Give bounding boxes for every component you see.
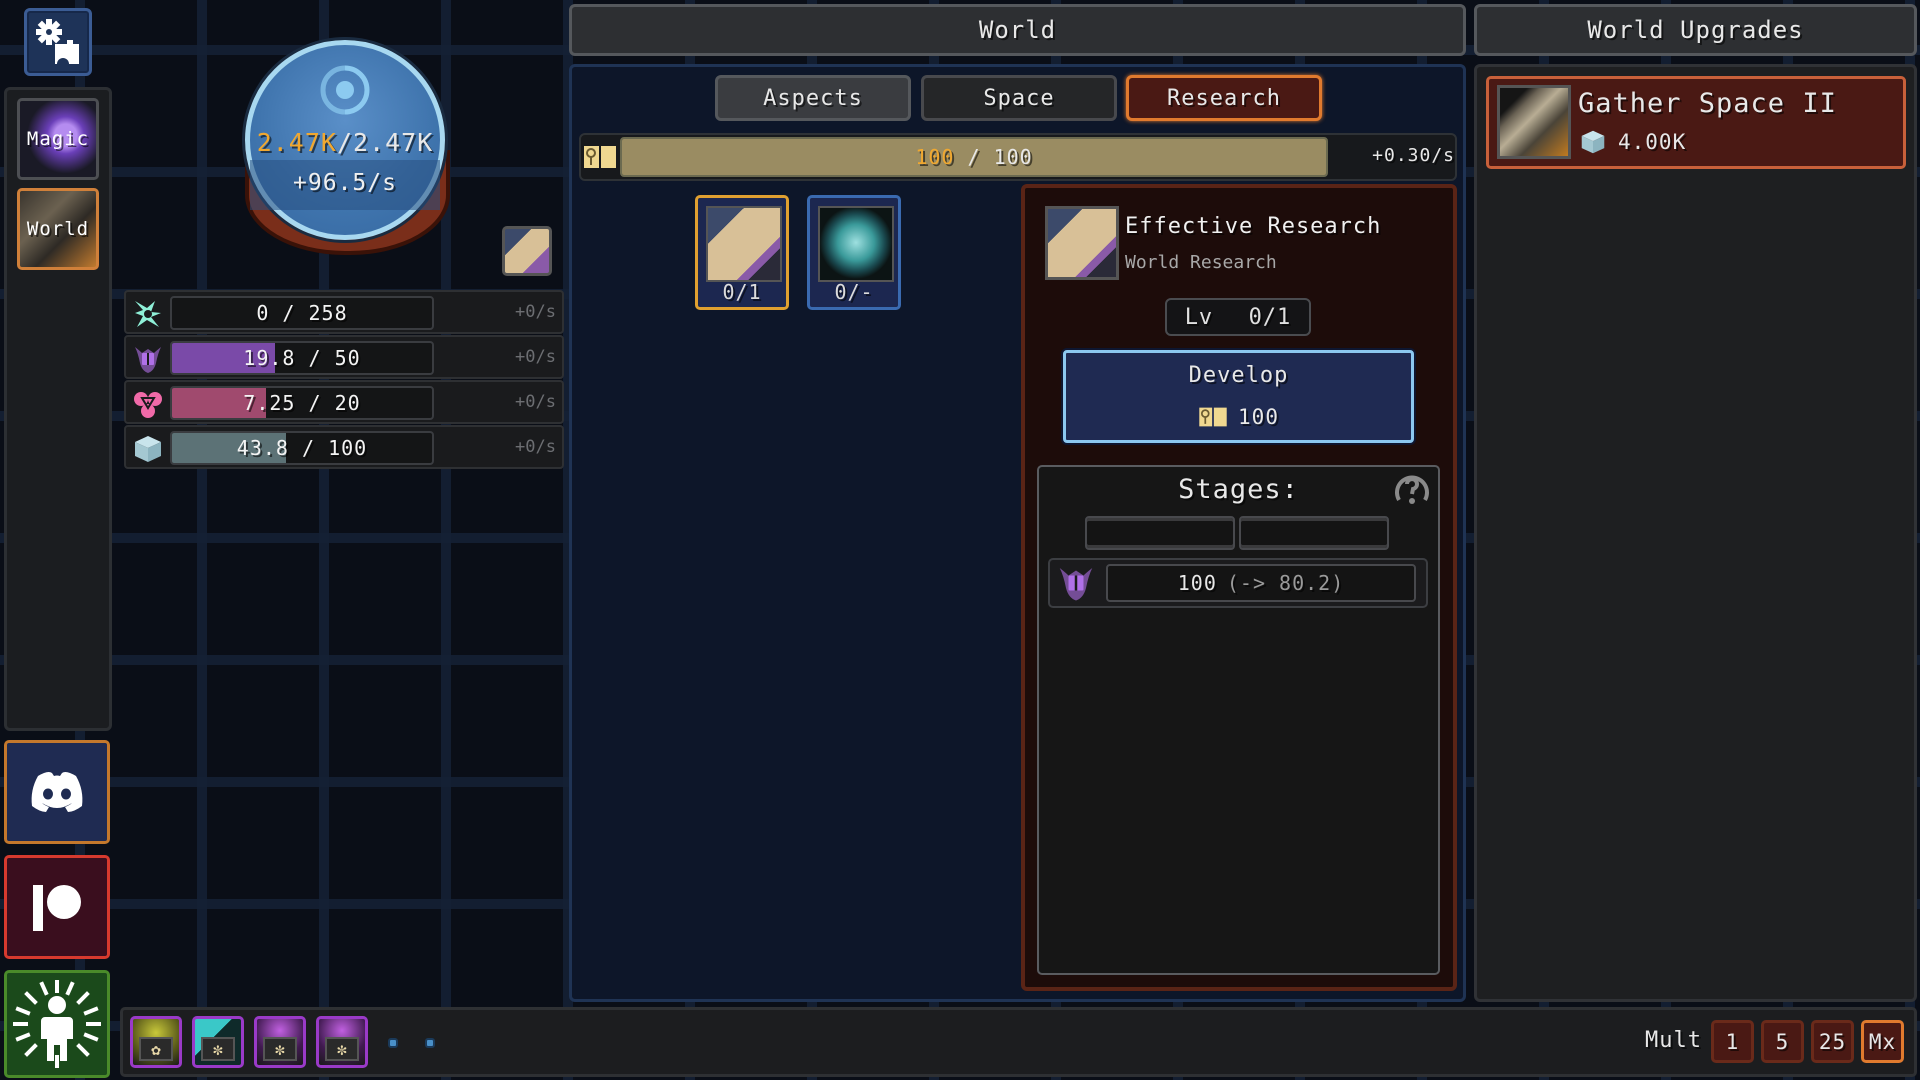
research-book-icon: [584, 146, 616, 168]
resource-value: 7.25 / 20: [243, 391, 361, 415]
teal-orb-art: [818, 206, 894, 282]
help-icon[interactable]: [1393, 470, 1431, 508]
mult-label: Mult: [1645, 1028, 1702, 1053]
ability-slot[interactable]: ✿: [130, 1016, 182, 1068]
research-book-art: [1045, 206, 1119, 280]
upgrades-header: World Upgrades: [1474, 4, 1917, 56]
empty-slot-indicator: [425, 1038, 435, 1048]
mana-rate: +96.5/s: [293, 170, 397, 196]
discord-button[interactable]: [4, 740, 110, 844]
resource-rate: +0/s: [515, 392, 556, 412]
seed-pod-icon: ✼: [325, 1037, 359, 1061]
resource-value: 19.8 / 50: [243, 346, 361, 370]
resource-bar: 7.25 / 20: [170, 386, 434, 420]
research-bar: 100 / 100: [620, 137, 1328, 177]
resource-row: 43.8 / 100 +0/s: [124, 425, 564, 469]
discord-icon: [31, 772, 83, 812]
cube-icon: [1581, 130, 1605, 154]
resource-bar: 43.8 / 100: [170, 431, 434, 465]
research-shortcut-button[interactable]: [502, 226, 552, 276]
nav-tile-label: Magic: [26, 128, 90, 150]
research-rate: +0.30/s: [1372, 145, 1455, 166]
seed-pod-icon: ✼: [263, 1037, 297, 1061]
feather-icon: ✿: [139, 1037, 173, 1061]
research-card-orb[interactable]: 0/-: [807, 195, 901, 310]
seed-pod-icon: ✼: [201, 1037, 235, 1061]
gears-icon: [36, 19, 79, 64]
research-card-effective-research[interactable]: 0/1: [695, 195, 789, 310]
tab-space[interactable]: Space: [921, 75, 1117, 121]
resource-value: 0 / 258: [256, 301, 348, 325]
mana-separator: /: [336, 128, 354, 157]
patreon-button[interactable]: [4, 855, 110, 959]
tab-aspects[interactable]: Aspects: [715, 75, 911, 121]
pyramid-art: [1497, 85, 1571, 159]
stage-bar: 100 (-> 80.2): [1106, 564, 1416, 602]
mana-max: 2.47K: [353, 128, 434, 157]
mana-value: 2.47K/2.47K: [238, 128, 452, 157]
resource-panel: 0 / 258 +0/s 19.8 / 50 +0/s 7.25 / 20 +0…: [124, 290, 564, 470]
resource-value: 43.8 / 100: [236, 436, 368, 460]
resource-bar: 19.8 / 50: [170, 341, 434, 375]
detail-subtitle: World Research: [1125, 252, 1277, 273]
resource-rate: +0/s: [515, 302, 556, 322]
stage-projection: (-> 80.2): [1226, 571, 1345, 595]
nav-tile-magic[interactable]: Magic: [17, 98, 99, 180]
swirl-icon: [320, 65, 370, 115]
stage-segment: [1239, 516, 1389, 550]
radiant-person-icon: [13, 980, 101, 1068]
resource-row: 7.25 / 20 +0/s: [124, 380, 564, 424]
develop-button[interactable]: Develop 100: [1063, 350, 1414, 443]
mult-button-1[interactable]: 1: [1711, 1020, 1754, 1063]
level-value: 0/1: [1248, 304, 1292, 330]
stage-segment: [1085, 516, 1235, 550]
character-button[interactable]: [4, 970, 110, 1078]
nav-tile-world[interactable]: World: [17, 188, 99, 270]
resource-rate: +0/s: [515, 347, 556, 367]
upgrade-name: Gather Space II: [1578, 88, 1837, 119]
triple-heart-icon: [132, 388, 164, 420]
level-label: Lv: [1184, 304, 1214, 330]
card-level: 0/1: [722, 280, 762, 304]
ability-slot[interactable]: ✼: [254, 1016, 306, 1068]
world-header: World: [569, 4, 1466, 56]
ability-slot[interactable]: ✼: [192, 1016, 244, 1068]
detail-title: Effective Research: [1125, 214, 1382, 239]
upgrades-panel: [1474, 64, 1917, 1002]
knowledge-book-icon: [132, 343, 164, 375]
nav-tile-label: World: [26, 218, 90, 240]
cube-icon: [132, 433, 164, 465]
research-value: 100 / 100: [915, 145, 1033, 169]
knowledge-book-icon: [1059, 568, 1093, 601]
empty-slot-indicator: [388, 1038, 398, 1048]
shuriken-icon: [132, 298, 164, 330]
stages-title: Stages:: [1178, 474, 1299, 505]
mult-button-5[interactable]: 5: [1761, 1020, 1804, 1063]
resource-rate: +0/s: [515, 437, 556, 457]
mult-button-25[interactable]: 25: [1811, 1020, 1854, 1063]
patreon-icon: [33, 885, 81, 931]
upgrade-cost: 4.00K: [1580, 129, 1686, 155]
resource-row: 19.8 / 50 +0/s: [124, 335, 564, 379]
research-book-art: [706, 206, 782, 282]
settings-button[interactable]: [24, 8, 92, 76]
ability-slot[interactable]: ✼: [316, 1016, 368, 1068]
resource-bar: 0 / 258: [170, 296, 434, 330]
nav-group: [4, 87, 112, 731]
level-indicator: Lv 0/1: [1165, 298, 1311, 336]
card-level: 0/-: [834, 280, 874, 304]
mult-button-max[interactable]: Mx: [1861, 1020, 1904, 1063]
stage-value: 100: [1177, 571, 1217, 595]
research-book-icon: [1199, 407, 1227, 427]
develop-label: Develop: [1188, 363, 1289, 388]
develop-cost: 100: [1066, 405, 1411, 429]
resource-row: 0 / 258 +0/s: [124, 290, 564, 334]
tab-research[interactable]: Research: [1126, 75, 1322, 121]
mana-current: 2.47K: [256, 128, 337, 157]
